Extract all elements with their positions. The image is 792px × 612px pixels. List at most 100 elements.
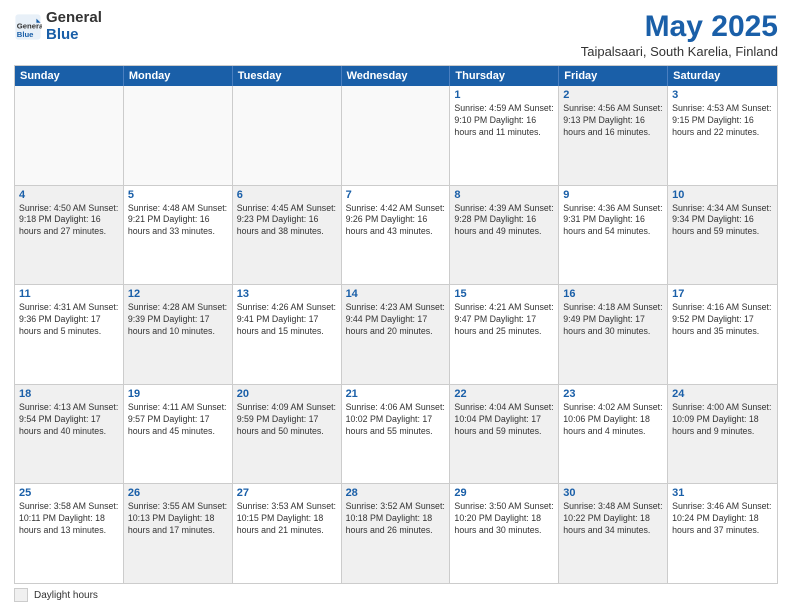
day-number: 20 (237, 388, 337, 400)
day-number: 18 (19, 388, 119, 400)
calendar-cell: 8 Sunrise: 4:39 AM Sunset: 9:28 PM Daylig… (450, 186, 559, 285)
calendar-cell: 30 Sunrise: 3:48 AM Sunset: 10:22 PM Dayl… (559, 484, 668, 583)
calendar-cell: 9Sunrise: 4:36 AM Sunset: 9:31 PM Daylig… (559, 186, 668, 285)
day-number: 19 (128, 388, 228, 400)
calendar-cell: 11 Sunrise: 4:31 AM Sunset: 9:36 PM Dayli… (15, 285, 124, 384)
cell-text: Sunrise: 4:16 AM Sunset: 9:52 PM Dayligh… (672, 302, 773, 338)
calendar-cell: 18 Sunrise: 4:13 AM Sunset: 9:54 PM Dayli… (15, 385, 124, 484)
calendar-cell: 15 Sunrise: 4:21 AM Sunset: 9:47 PM Dayli… (450, 285, 559, 384)
page: General Blue General Blue May 2025 Taipa… (0, 0, 792, 612)
cell-text: Sunrise: 4:53 AM Sunset: 9:15 PM Dayligh… (672, 103, 773, 139)
main-title: May 2025 (581, 10, 778, 44)
cell-text: Sunrise: 4:48 AM Sunset: 9:21 PM Dayligh… (128, 203, 228, 239)
calendar-cell: 26 Sunrise: 3:55 AM Sunset: 10:13 PM Dayl… (124, 484, 233, 583)
cell-text: Sunrise: 4:34 AM Sunset: 9:34 PM Dayligh… (672, 203, 773, 239)
cell-text: Sunrise: 4:42 AM Sunset: 9:26 PM Dayligh… (346, 203, 446, 239)
day-number: 23 (563, 388, 663, 400)
day-number: 10 (672, 189, 773, 201)
day-number: 14 (346, 288, 446, 300)
calendar-row: 4Sunrise: 4:50 AM Sunset: 9:18 PM Daylig… (15, 186, 777, 286)
cell-text: Sunrise: 4:11 AM Sunset: 9:57 PM Dayligh… (128, 402, 228, 438)
cell-text: Sunrise: 4:28 AM Sunset: 9:39 PM Dayligh… (128, 302, 228, 338)
calendar-cell: 13 Sunrise: 4:26 AM Sunset: 9:41 PM Dayli… (233, 285, 342, 384)
legend-label: Daylight hours (34, 590, 98, 601)
cell-text: Sunrise: 4:26 AM Sunset: 9:41 PM Dayligh… (237, 302, 337, 338)
day-number: 15 (454, 288, 554, 300)
calendar-row: 25 Sunrise: 3:58 AM Sunset: 10:11 PM Dayl… (15, 484, 777, 583)
calendar-header-cell: Sunday (15, 66, 124, 86)
calendar-cell: 21Sunrise: 4:06 AM Sunset: 10:02 PM Dayl… (342, 385, 451, 484)
day-number: 22 (454, 388, 554, 400)
calendar-header-cell: Friday (559, 66, 668, 86)
subtitle: Taipalsaari, South Karelia, Finland (581, 44, 778, 59)
day-number: 5 (128, 189, 228, 201)
calendar-cell: 19 Sunrise: 4:11 AM Sunset: 9:57 PM Dayli… (124, 385, 233, 484)
logo-icon: General Blue (14, 13, 42, 41)
cell-text: Sunrise: 4:50 AM Sunset: 9:18 PM Dayligh… (19, 203, 119, 239)
day-number: 24 (672, 388, 773, 400)
day-number: 29 (454, 487, 554, 499)
cell-text: Sunrise: 4:21 AM Sunset: 9:47 PM Dayligh… (454, 302, 554, 338)
day-number: 12 (128, 288, 228, 300)
cell-text: Sunrise: 3:50 AM Sunset: 10:20 PM Daylig… (454, 501, 554, 537)
day-number: 11 (19, 288, 119, 300)
calendar-cell: 16 Sunrise: 4:18 AM Sunset: 9:49 PM Dayli… (559, 285, 668, 384)
calendar-cell: 17 Sunrise: 4:16 AM Sunset: 9:52 PM Dayli… (668, 285, 777, 384)
cell-text: Sunrise: 3:53 AM Sunset: 10:15 PM Daylig… (237, 501, 337, 537)
calendar-cell: 1Sunrise: 4:59 AM Sunset: 9:10 PM Daylig… (450, 86, 559, 185)
calendar-row: 11 Sunrise: 4:31 AM Sunset: 9:36 PM Dayli… (15, 285, 777, 385)
cell-text: Sunrise: 4:39 AM Sunset: 9:28 PM Dayligh… (454, 203, 554, 239)
day-number: 8 (454, 189, 554, 201)
logo: General Blue General Blue (14, 10, 102, 43)
calendar-cell: 6Sunrise: 4:45 AM Sunset: 9:23 PM Daylig… (233, 186, 342, 285)
calendar-cell: 10 Sunrise: 4:34 AM Sunset: 9:34 PM Dayli… (668, 186, 777, 285)
cell-text: Sunrise: 3:58 AM Sunset: 10:11 PM Daylig… (19, 501, 119, 537)
day-number: 26 (128, 487, 228, 499)
day-number: 21 (346, 388, 446, 400)
calendar-header-row: SundayMondayTuesdayWednesdayThursdayFrid… (15, 66, 777, 86)
calendar-cell: 20Sunrise: 4:09 AM Sunset: 9:59 PM Dayli… (233, 385, 342, 484)
calendar-cell (342, 86, 451, 185)
calendar-cell: 4Sunrise: 4:50 AM Sunset: 9:18 PM Daylig… (15, 186, 124, 285)
cell-text: Sunrise: 4:04 AM Sunset: 10:04 PM Daylig… (454, 402, 554, 438)
cell-text: Sunrise: 3:52 AM Sunset: 10:18 PM Daylig… (346, 501, 446, 537)
day-number: 16 (563, 288, 663, 300)
day-number: 3 (672, 89, 773, 101)
calendar-cell: 7Sunrise: 4:42 AM Sunset: 9:26 PM Daylig… (342, 186, 451, 285)
calendar-cell: 25 Sunrise: 3:58 AM Sunset: 10:11 PM Dayl… (15, 484, 124, 583)
legend-box (14, 588, 28, 602)
cell-text: Sunrise: 4:23 AM Sunset: 9:44 PM Dayligh… (346, 302, 446, 338)
calendar-cell: 27Sunrise: 3:53 AM Sunset: 10:15 PM Dayl… (233, 484, 342, 583)
cell-text: Sunrise: 4:02 AM Sunset: 10:06 PM Daylig… (563, 402, 663, 438)
calendar-cell (124, 86, 233, 185)
calendar-row: 1Sunrise: 4:59 AM Sunset: 9:10 PM Daylig… (15, 86, 777, 186)
day-number: 31 (672, 487, 773, 499)
day-number: 28 (346, 487, 446, 499)
calendar-cell: 22 Sunrise: 4:04 AM Sunset: 10:04 PM Dayl… (450, 385, 559, 484)
day-number: 17 (672, 288, 773, 300)
cell-text: Sunrise: 4:18 AM Sunset: 9:49 PM Dayligh… (563, 302, 663, 338)
logo-text: General Blue (46, 10, 102, 43)
calendar-header-cell: Thursday (450, 66, 559, 86)
calendar-row: 18 Sunrise: 4:13 AM Sunset: 9:54 PM Dayli… (15, 385, 777, 485)
legend: Daylight hours (14, 588, 778, 602)
cell-text: Sunrise: 4:31 AM Sunset: 9:36 PM Dayligh… (19, 302, 119, 338)
calendar-cell: 24 Sunrise: 4:00 AM Sunset: 10:09 PM Dayl… (668, 385, 777, 484)
cell-text: Sunrise: 3:48 AM Sunset: 10:22 PM Daylig… (563, 501, 663, 537)
calendar: SundayMondayTuesdayWednesdayThursdayFrid… (14, 65, 778, 584)
header: General Blue General Blue May 2025 Taipa… (14, 10, 778, 59)
cell-text: Sunrise: 3:55 AM Sunset: 10:13 PM Daylig… (128, 501, 228, 537)
svg-text:Blue: Blue (17, 29, 34, 38)
title-block: May 2025 Taipalsaari, South Karelia, Fin… (581, 10, 778, 59)
calendar-body: 1Sunrise: 4:59 AM Sunset: 9:10 PM Daylig… (15, 86, 777, 583)
calendar-cell (233, 86, 342, 185)
cell-text: Sunrise: 3:46 AM Sunset: 10:24 PM Daylig… (672, 501, 773, 537)
cell-text: Sunrise: 4:13 AM Sunset: 9:54 PM Dayligh… (19, 402, 119, 438)
day-number: 30 (563, 487, 663, 499)
calendar-cell: 31 Sunrise: 3:46 AM Sunset: 10:24 PM Dayl… (668, 484, 777, 583)
cell-text: Sunrise: 4:00 AM Sunset: 10:09 PM Daylig… (672, 402, 773, 438)
calendar-header-cell: Wednesday (342, 66, 451, 86)
day-number: 25 (19, 487, 119, 499)
day-number: 13 (237, 288, 337, 300)
day-number: 9 (563, 189, 663, 201)
